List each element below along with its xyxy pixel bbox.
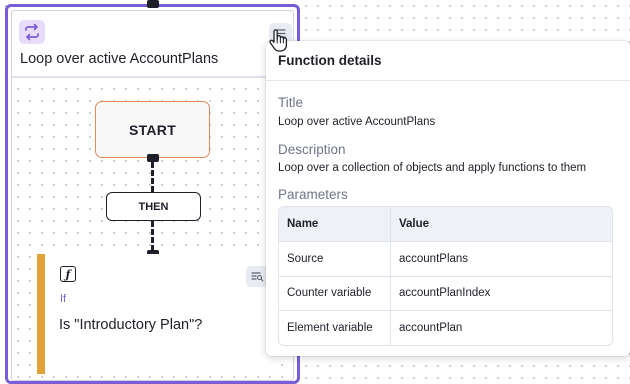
table-header-row: Name Value [279, 207, 612, 241]
if-card[interactable]: ƒ If Is "Introductory Plan"? [37, 254, 275, 374]
list-search-icon [251, 272, 264, 282]
popover-header: Function details [266, 41, 630, 81]
description-label: Description [278, 142, 346, 157]
start-output-handle[interactable] [147, 154, 159, 162]
popover-title: Function details [278, 53, 382, 68]
title-label: Title [278, 95, 304, 110]
loop-header: Loop over active AccountPlans [12, 11, 293, 78]
if-kind-label: If [60, 293, 67, 305]
param-name: Counter variable [279, 276, 391, 310]
param-name: Source [279, 242, 391, 276]
column-header-value: Value [399, 218, 430, 230]
start-node[interactable]: START [95, 101, 210, 158]
parameters-label: Parameters [278, 187, 348, 202]
loop-arrows-icon [19, 20, 45, 44]
loop-title: Loop over active AccountPlans [20, 51, 219, 67]
table-row: Source accountPlans [279, 241, 612, 276]
param-value: accountPlanIndex [399, 287, 491, 300]
description-value: Loop over a collection of objects and ap… [278, 162, 587, 174]
column-header-name: Name [279, 207, 391, 241]
param-name: Element variable [279, 311, 391, 345]
hand-pointer-icon [269, 29, 288, 52]
function-details-popover: Function details Title Loop over active … [266, 41, 630, 356]
function-icon: ƒ [60, 266, 76, 282]
table-row: Element variable accountPlan [279, 310, 612, 345]
title-value: Loop over active AccountPlans [278, 116, 436, 128]
then-if-connector [151, 221, 154, 251]
loop-input-handle[interactable] [147, 0, 159, 8]
param-value: accountPlan [399, 321, 463, 334]
then-node[interactable]: THEN [106, 192, 201, 221]
param-value: accountPlans [399, 252, 469, 265]
start-then-connector [151, 162, 154, 192]
parameters-table: Name Value Source accountPlans Counter v… [278, 206, 613, 346]
table-row: Counter variable accountPlanIndex [279, 275, 612, 310]
if-condition-label: Is "Introductory Plan"? [59, 317, 203, 333]
